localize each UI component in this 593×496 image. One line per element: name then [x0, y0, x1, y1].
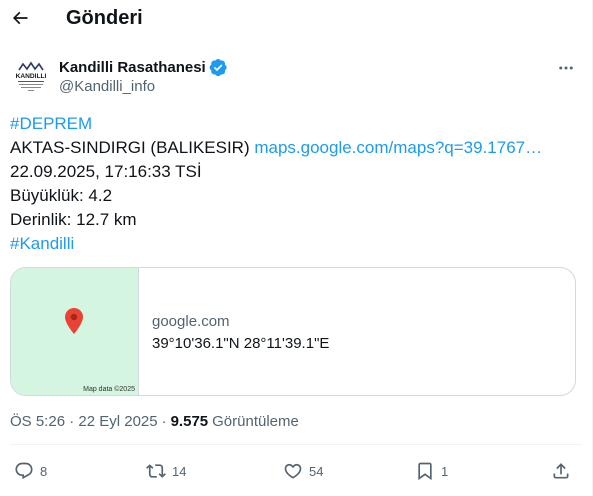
kandilli-logo-icon: KANDILLI [11, 56, 51, 96]
verified-badge-icon[interactable] [209, 58, 228, 77]
share-button[interactable] [551, 456, 571, 486]
share-icon [553, 463, 569, 479]
tweet-text: #DEPREM AKTAS-SINDIRGI (BALIKESIR) maps.… [10, 112, 580, 256]
repost-button[interactable]: 14 [146, 456, 186, 486]
hashtag-deprem[interactable]: #DEPREM [10, 114, 92, 133]
arrow-left-icon [12, 11, 28, 25]
page-header: Gönderi [0, 0, 592, 40]
card-title: 39°10'36.1"N 28°11'39.1"E [152, 335, 330, 352]
reply-icon [15, 462, 33, 480]
bookmark-count: 1 [441, 463, 449, 479]
tweet-location: AKTAS-SINDIRGI (BALIKESIR) [10, 138, 250, 157]
bookmark-icon [418, 462, 432, 481]
map-pin-icon [65, 308, 83, 334]
back-button[interactable] [8, 4, 32, 32]
tweet-magnitude: Büyüklük: 4.2 [10, 186, 113, 205]
tweet-datetime: 22.09.2025, 17:16:33 TSİ [10, 162, 202, 181]
action-bar: 8 14 54 1 [0, 456, 592, 486]
more-options-button[interactable] [554, 56, 578, 80]
author-name: Kandilli Rasathanesi [59, 58, 228, 77]
svg-text:KANDILLI: KANDILLI [16, 73, 47, 80]
view-count: 9.575 [170, 413, 209, 430]
card-map-thumbnail: Map data ©2025 [11, 268, 139, 395]
hashtag-kandilli[interactable]: #Kandilli [10, 234, 74, 253]
like-count: 54 [309, 463, 324, 479]
like-button[interactable]: 54 [283, 456, 323, 486]
bookmark-button[interactable]: 1 [415, 456, 448, 486]
author-handle[interactable]: @Kandilli_info [59, 78, 155, 95]
tweet-depth: Derinlik: 12.7 km [10, 210, 137, 229]
meta-separator: · [161, 413, 167, 430]
author-name-text[interactable]: Kandilli Rasathanesi [59, 59, 206, 76]
more-horizontal-icon [559, 66, 573, 70]
tweet-timestamp[interactable]: ÖS 5:26 · 22 Eyl 2025 [10, 413, 158, 430]
view-label: Görüntüleme [212, 413, 299, 430]
link-card[interactable]: Map data ©2025 google.com 39°10'36.1"N 2… [10, 267, 576, 396]
avatar[interactable]: KANDILLI [11, 56, 51, 96]
divider-top [10, 444, 582, 445]
page-title: Gönderi [66, 7, 143, 29]
repost-icon [146, 464, 166, 478]
map-attribution: Map data ©2025 [83, 386, 135, 393]
reply-button[interactable]: 8 [14, 456, 47, 486]
repost-count: 14 [172, 463, 187, 479]
tweet-meta: ÖS 5:26 · 22 Eyl 2025 · 9.575 Görüntülem… [10, 413, 299, 430]
reply-count: 8 [40, 463, 48, 479]
card-domain: google.com [152, 313, 230, 330]
map-link[interactable]: maps.google.com/maps?q=39.1767… [254, 138, 542, 157]
heart-icon [284, 463, 302, 479]
